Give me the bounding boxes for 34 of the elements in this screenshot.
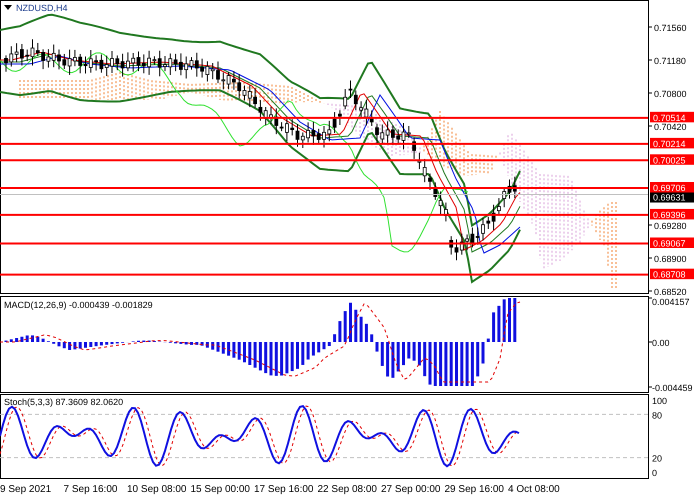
level-price-tag: 0.69706 [650,182,694,193]
level-price-tag: 0.70214 [650,138,694,149]
level-price-tag: 0.69396 [650,208,694,220]
macd-axis-label: -0.004459 [652,383,693,393]
time-label: 4 Oct 08:00 [508,484,561,495]
time-label: 29 Sep 16:00 [444,484,505,495]
price-label: 0.70800 [654,89,687,99]
time-label: 10 Sep 08:00 [127,484,188,495]
price-label: 0.71180 [654,56,686,66]
price-label: 0.70420 [654,122,687,132]
current-price-tag: 0.69631 [650,192,694,203]
level-price-tag: 0.68708 [650,268,694,280]
level-price-tag: 0.70025 [650,154,694,166]
level-price-tag: 0.69067 [650,238,694,248]
time-label: 15 Sep 00:00 [190,484,251,495]
time-label: 7 Sep 16:00 [64,484,118,495]
macd-axis-label: 0.00 [652,338,670,348]
price-label: 0.68900 [654,254,687,264]
stochastic-axis-label: 20 [652,454,662,464]
symbol-label: NZDUSD,H4 [16,3,68,13]
stochastic-axis-label: 100 [652,396,668,406]
time-label: 27 Sep 00:00 [381,484,442,495]
price-label: 0.69280 [654,221,687,231]
stochastic-axis-label: 0 [652,468,658,478]
time-label: 17 Sep 16:00 [254,484,314,495]
macd-label: MACD(12,26,9) -0.000439 -0.001829 [4,300,153,310]
macd-axis-label: 0.004157 [652,297,690,307]
price-label: 0.71560 [654,23,687,33]
stochastic-axis-label: 80 [652,410,662,420]
time-label: 22 Sep 08:00 [318,484,378,495]
price-label: 0.68520 [654,287,687,295]
time-label: 9 Sep 2021 [0,484,52,495]
stochastic-label: Stoch(5,3,3) 87.3609 82.0620 [4,397,124,407]
level-price-tag: 0.70514 [650,112,694,123]
